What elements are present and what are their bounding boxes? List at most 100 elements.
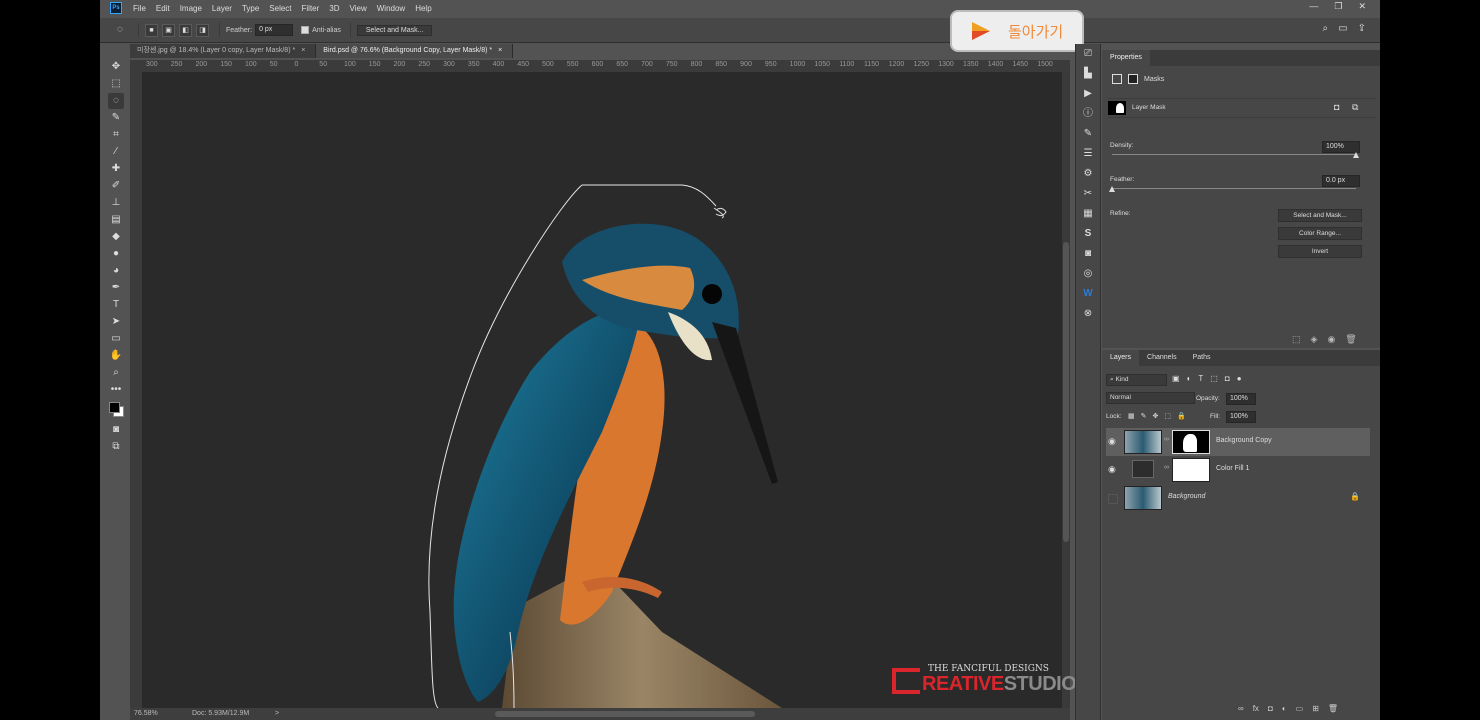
menu-help[interactable]: Help (410, 4, 436, 13)
adjustment-filter-icon[interactable]: ◐ (1187, 374, 1192, 383)
new-selection-icon[interactable]: ■ (145, 23, 158, 37)
visibility-toggle-empty[interactable] (1108, 494, 1118, 504)
visibility-eye-icon[interactable]: ◉ (1108, 436, 1116, 447)
filter-toggle-icon[interactable]: ● (1237, 374, 1242, 383)
lasso-preset-icon[interactable]: ◌ (112, 22, 128, 38)
eyedropper-tool-icon[interactable]: ⁄ (108, 144, 124, 160)
pen-tool-icon[interactable]: ✒ (108, 280, 124, 296)
path-select-icon[interactable]: ➤ (108, 314, 124, 330)
close-icon[interactable]: × (498, 47, 502, 54)
adjustments-icon[interactable]: ☰ (1076, 144, 1100, 164)
menu-file[interactable]: File (128, 4, 151, 13)
pixel-filter-icon[interactable]: ▣ (1172, 374, 1180, 383)
fx-icon[interactable]: fx (1253, 704, 1259, 713)
share-icon[interactable]: ⇪ (1358, 23, 1366, 34)
delete-mask-icon[interactable]: 🗑 (1345, 334, 1356, 345)
lock-pixels-icon[interactable]: ✎ (1141, 412, 1147, 420)
hand-tool-icon[interactable]: ✋ (108, 348, 124, 364)
tool-presets-icon[interactable]: ✂ (1076, 184, 1100, 204)
feather-slider-knob[interactable] (1109, 186, 1115, 192)
blur-tool-icon[interactable]: ● (108, 246, 124, 262)
apply-mask-icon[interactable]: ⧉ (1352, 102, 1358, 113)
actions-play-icon[interactable]: ▶ (1076, 84, 1100, 104)
mask-thumbnail[interactable] (1172, 430, 1210, 454)
healing-brush-icon[interactable]: ✚ (108, 161, 124, 177)
select-and-mask-button[interactable]: Select and Mask... (1278, 209, 1362, 222)
instagram-icon[interactable]: ◎ (1076, 264, 1100, 284)
crop-tool-icon[interactable]: ⌗ (108, 127, 124, 143)
quick-select-tool-icon[interactable]: ✎ (108, 110, 124, 126)
layer-row-background-copy[interactable]: ◉ ∞ Background Copy (1106, 428, 1370, 456)
add-mask-icon[interactable]: ◘ (1268, 704, 1273, 713)
eraser-tool-icon[interactable]: ◆ (108, 229, 124, 245)
visibility-icon[interactable]: ◉ (1327, 334, 1335, 345)
add-selection-icon[interactable]: ▣ (162, 23, 175, 37)
minimize-button[interactable]: — (1309, 0, 1318, 13)
horizontal-scroll-thumb[interactable] (495, 711, 755, 717)
density-slider-knob[interactable] (1353, 152, 1359, 158)
move-tool-icon[interactable]: ✥ (108, 59, 124, 75)
adjustment-layer-icon[interactable]: ◐ (1282, 704, 1287, 713)
document-canvas[interactable] (142, 72, 1062, 708)
group-icon[interactable]: ▭ (1296, 704, 1304, 713)
smart-filter-icon[interactable]: ◘ (1225, 374, 1230, 383)
opacity-input[interactable]: 100% (1226, 393, 1256, 405)
lock-artboard-icon[interactable]: ⬚ (1164, 412, 1171, 420)
screen-mode-icon[interactable]: ⧉ (108, 439, 124, 455)
marquee-tool-icon[interactable]: ⬚ (108, 76, 124, 92)
layer-row-background[interactable]: Background 🔒 (1106, 484, 1370, 512)
intersect-selection-icon[interactable]: ◨ (196, 23, 209, 37)
invert-button[interactable]: Invert (1278, 245, 1362, 258)
subtract-selection-icon[interactable]: ◧ (179, 23, 192, 37)
tab-channels[interactable]: Channels (1139, 350, 1185, 366)
dodge-tool-icon[interactable]: ◕ (108, 263, 124, 279)
brush-settings-icon[interactable]: ✎ (1076, 124, 1100, 144)
layer-row-color-fill[interactable]: ◉ ∞ Color Fill 1 (1106, 456, 1370, 484)
blend-mode-select[interactable]: Normal (1106, 392, 1195, 404)
chain-link-icon[interactable]: ∞ (1164, 464, 1169, 471)
delete-layer-icon[interactable]: 🗑 (1328, 704, 1338, 713)
tab-misangsen[interactable]: 미장센.jpg @ 18.4% (Layer 0 copy, Layer Mas… (130, 44, 317, 58)
close-icon[interactable]: × (301, 47, 305, 54)
more-tools-icon[interactable]: ••• (108, 382, 124, 398)
menu-view[interactable]: View (345, 4, 372, 13)
glyphs-icon[interactable]: ⊗ (1076, 304, 1100, 324)
histogram-icon[interactable]: ▙ (1076, 64, 1100, 84)
lasso-tool-icon[interactable]: ◌ (108, 93, 124, 109)
selection-from-mask-icon[interactable]: ⬚ (1292, 334, 1301, 345)
kind-filter-select[interactable]: ⌕ Kind (1106, 374, 1167, 386)
type-filter-icon[interactable]: T (1198, 374, 1203, 383)
fill-input[interactable]: 100% (1226, 411, 1256, 423)
search-icon[interactable]: ⌕ (1323, 23, 1329, 34)
camera-icon[interactable]: ◙ (1076, 244, 1100, 264)
clone-stamp-icon[interactable]: ⊥ (108, 195, 124, 211)
brush-tool-icon[interactable]: ✐ (108, 178, 124, 194)
swatches-icon[interactable]: ▦ (1076, 204, 1100, 224)
type-tool-icon[interactable]: T (108, 297, 124, 313)
lock-all-icon[interactable]: 🔒 (1177, 412, 1186, 420)
status-arrow-icon[interactable]: > (275, 708, 279, 720)
menu-image[interactable]: Image (175, 4, 207, 13)
antialias-checkbox[interactable] (301, 26, 310, 34)
color-swatches-icon[interactable] (108, 399, 124, 421)
menu-type[interactable]: Type (237, 4, 264, 13)
tab-bird[interactable]: Bird.psd @ 76.6% (Background Copy, Layer… (316, 44, 514, 58)
mask-thumbnail[interactable] (1108, 101, 1126, 115)
vertical-scroll-thumb[interactable] (1063, 242, 1069, 542)
close-window-button[interactable]: ✕ (1358, 0, 1366, 13)
lock-position-icon[interactable]: ✥ (1153, 412, 1159, 420)
rectangle-tool-icon[interactable]: ▭ (108, 331, 124, 347)
visibility-eye-icon[interactable]: ◉ (1108, 464, 1116, 475)
zoom-tool-icon[interactable]: ⌕ (108, 365, 124, 381)
word-icon[interactable]: W (1076, 284, 1100, 304)
back-button[interactable]: 돌아가기 (950, 10, 1084, 52)
properties-title[interactable]: Properties (1102, 50, 1150, 66)
chain-link-icon[interactable]: ∞ (1164, 436, 1169, 443)
link-layers-icon[interactable]: ∞ (1238, 704, 1244, 713)
tab-layers[interactable]: Layers (1102, 350, 1140, 366)
menu-filter[interactable]: Filter (297, 4, 325, 13)
maximize-button[interactable]: ❐ (1334, 0, 1342, 13)
color-range-button[interactable]: Color Range... (1278, 227, 1362, 240)
pixel-mask-icon[interactable] (1112, 74, 1122, 84)
styles-icon[interactable]: ⚙ (1076, 164, 1100, 184)
